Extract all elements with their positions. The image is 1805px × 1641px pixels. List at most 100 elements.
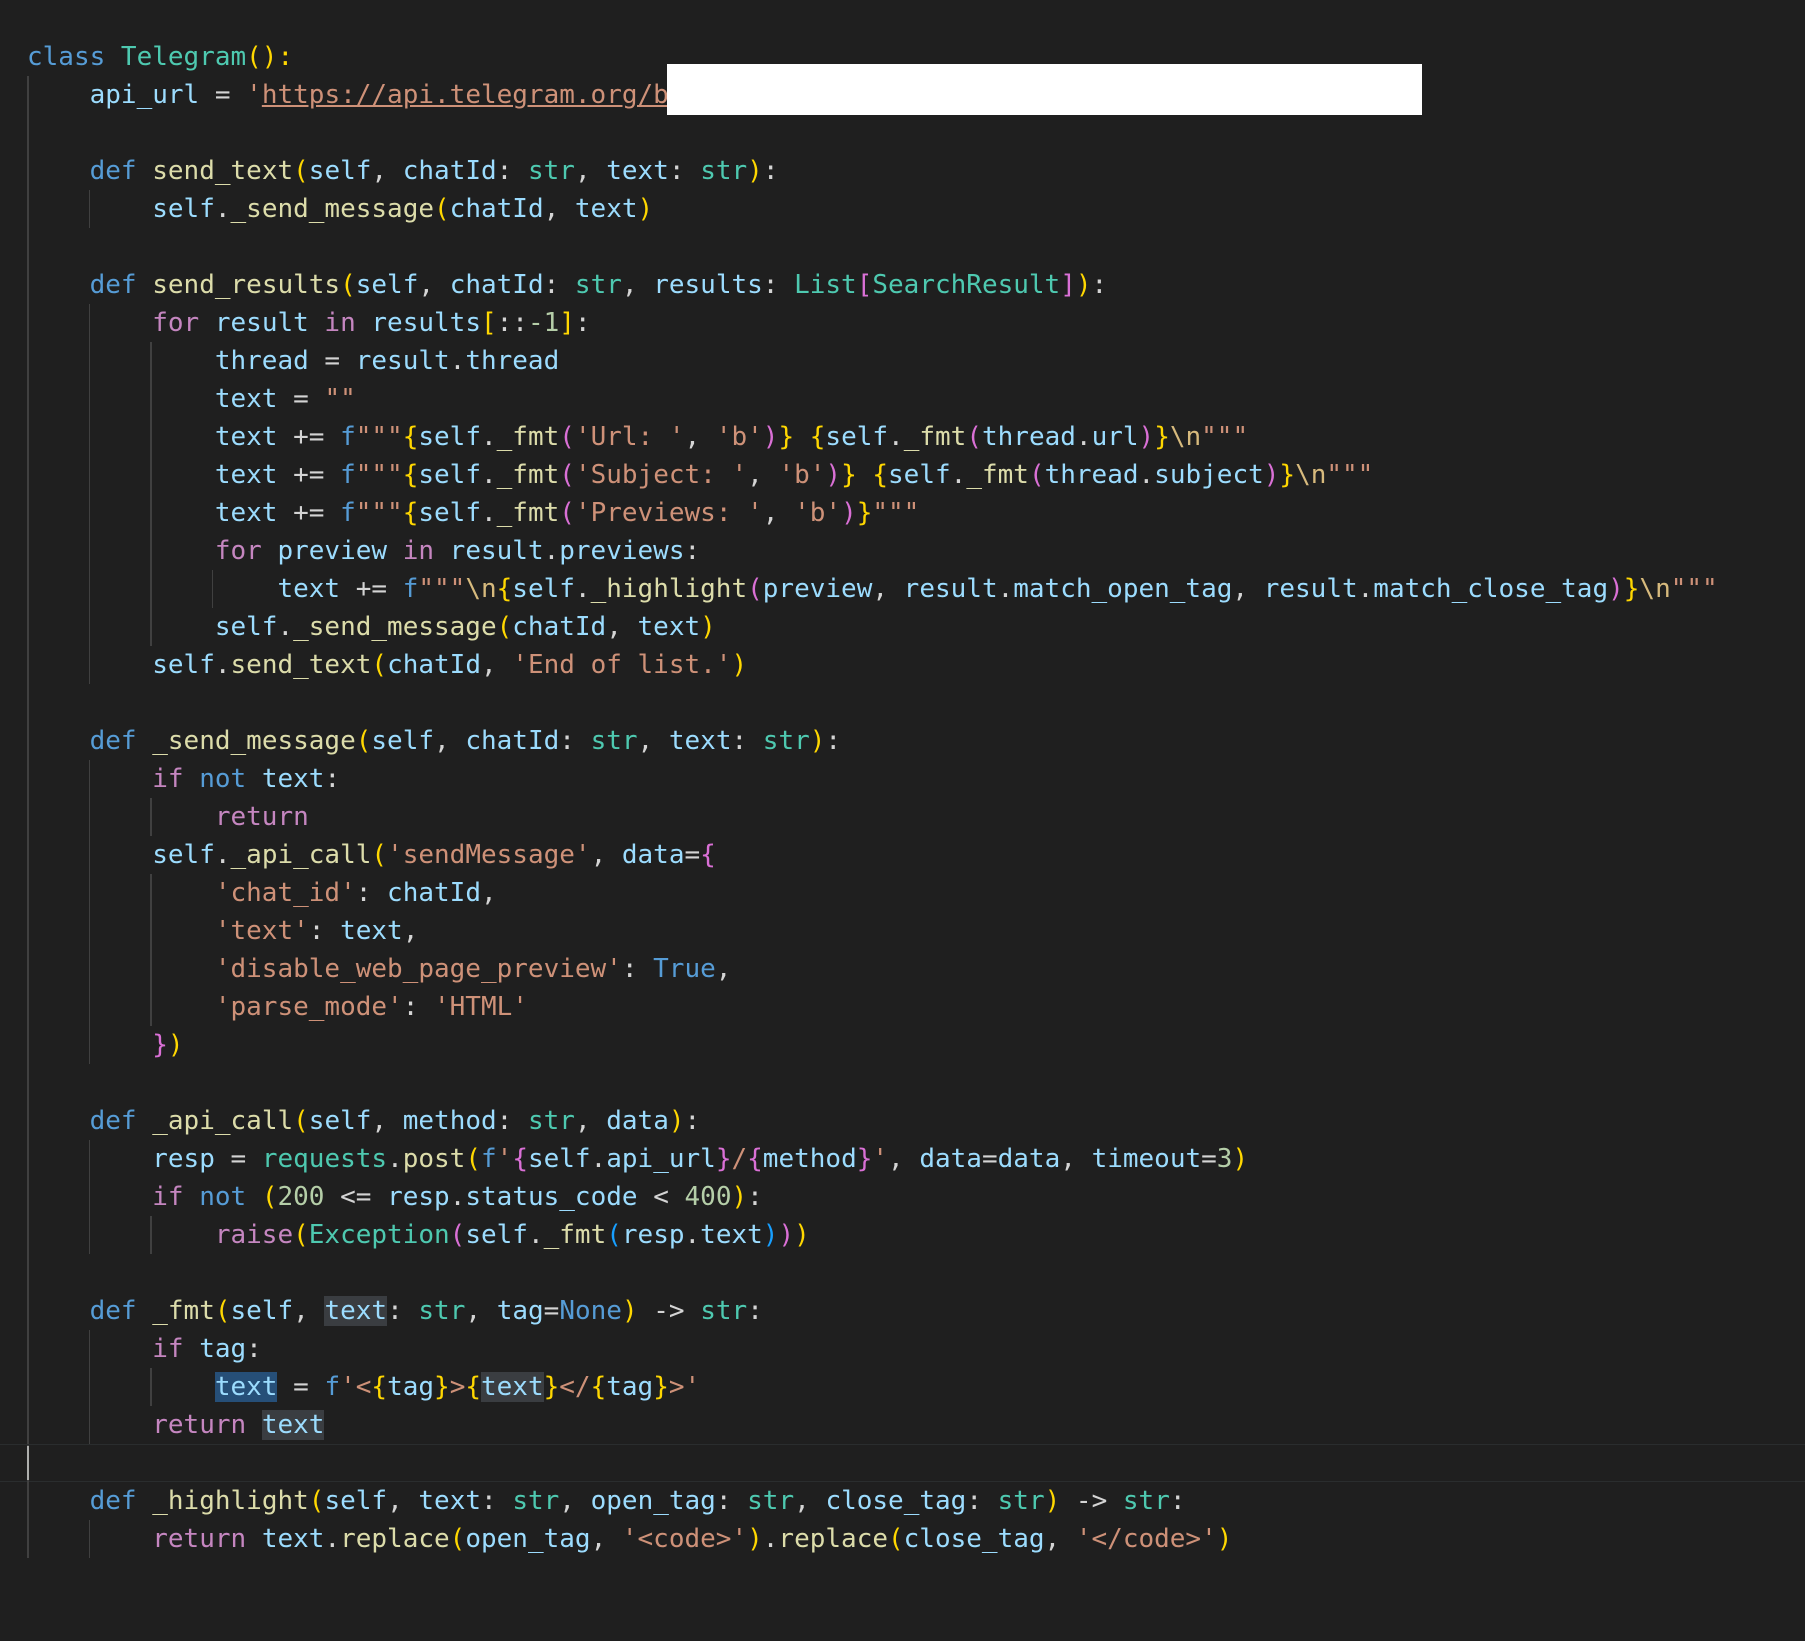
code-token: SearchResult	[872, 270, 1061, 300]
code-line[interactable]: self._send_message(chatId, text)	[0, 608, 1805, 646]
code-line[interactable]: if not text:	[0, 760, 1805, 798]
code-token: 400	[684, 1182, 732, 1212]
code-token: """	[355, 460, 403, 490]
code-token: send_results	[152, 270, 341, 300]
code-line[interactable]: def _send_message(self, chatId: str, tex…	[0, 722, 1805, 760]
code-line[interactable]	[0, 1064, 1805, 1102]
code-token: :	[481, 1486, 513, 1516]
code-line[interactable]: def send_text(self, chatId: str, text: s…	[0, 152, 1805, 190]
code-token: match_open_tag	[1013, 574, 1233, 604]
code-line[interactable]: def _api_call(self, method: str, data):	[0, 1102, 1805, 1140]
code-line[interactable]: def send_results(self, chatId: str, resu…	[0, 266, 1805, 304]
code-token: str	[1122, 1486, 1170, 1516]
code-token: chatId	[512, 612, 607, 642]
code-line[interactable]: return text	[0, 1406, 1805, 1444]
code-token: ,	[465, 1296, 497, 1326]
code-line[interactable]: text += f"""\n{self._highlight(preview, …	[0, 570, 1805, 608]
code-token: [	[480, 308, 497, 338]
code-line[interactable]: resp = requests.post(f'{self.api_url}/{m…	[0, 1140, 1805, 1178]
code-line[interactable]: self._api_call('sendMessage', data={	[0, 836, 1805, 874]
code-line[interactable]: text = ""	[0, 380, 1805, 418]
code-token: resp	[152, 1144, 215, 1174]
code-token: 'HTML'	[434, 992, 528, 1022]
code-text: resp = requests.post(f'{self.api_url}/{m…	[27, 1140, 1248, 1178]
code-line[interactable]: text = f'<{tag}>{text}</{tag}>'	[0, 1368, 1805, 1406]
code-token: }	[152, 1030, 168, 1060]
code-line[interactable]: 'disable_web_page_preview': True,	[0, 950, 1805, 988]
code-line[interactable]	[0, 1254, 1805, 1292]
code-token: _fmt	[496, 460, 560, 490]
code-line[interactable]: })	[0, 1026, 1805, 1064]
code-line[interactable]: return text.replace(open_tag, '<code>').…	[0, 1520, 1805, 1558]
code-line[interactable]: def _highlight(self, text: str, open_tag…	[0, 1482, 1805, 1520]
code-token: )	[841, 498, 857, 528]
code-line[interactable]	[0, 684, 1805, 722]
code-token: text	[277, 574, 341, 604]
code-token: (	[293, 156, 309, 186]
code-token: .	[214, 194, 231, 224]
code-line[interactable]: 'parse_mode': 'HTML'	[0, 988, 1805, 1026]
code-token: self	[371, 726, 435, 756]
code-line[interactable]: return	[0, 798, 1805, 836]
code-line[interactable]: def _fmt(self, text: str, tag=None) -> s…	[0, 1292, 1805, 1330]
code-line[interactable]: 'chat_id': chatId,	[0, 874, 1805, 912]
code-text: def _highlight(self, text: str, open_tag…	[27, 1482, 1186, 1520]
code-line[interactable]: text += f"""{self._fmt('Subject: ', 'b')…	[0, 456, 1805, 494]
code-token: </	[559, 1372, 591, 1402]
code-token: =	[308, 346, 356, 376]
code-token: .	[387, 1144, 403, 1174]
code-text: })	[27, 1026, 183, 1064]
code-token: =	[214, 1144, 262, 1174]
code-line[interactable]: 'text': text,	[0, 912, 1805, 950]
code-token: ,	[559, 1486, 591, 1516]
code-line[interactable]: raise(Exception(self._fmt(resp.text)))	[0, 1216, 1805, 1254]
code-token: )	[825, 460, 842, 490]
code-line[interactable]: for preview in result.previews:	[0, 532, 1805, 570]
code-token: str	[747, 1486, 795, 1516]
code-line[interactable]: for result in results[::-1]:	[0, 304, 1805, 342]
code-editor[interactable]: class Telegram(): api_url = 'https://api…	[0, 0, 1805, 1641]
code-token: str	[418, 1296, 466, 1326]
code-line[interactable]: text += f"""{self._fmt('Previews: ', 'b'…	[0, 494, 1805, 532]
code-token: tag	[199, 1334, 247, 1364]
code-token: _send_message	[230, 194, 435, 224]
code-line[interactable]	[0, 1444, 1805, 1483]
code-token: result	[355, 346, 450, 376]
code-line[interactable]: self._send_message(chatId, text)	[0, 190, 1805, 228]
code-token: replace	[340, 1524, 450, 1554]
code-line[interactable]	[0, 228, 1805, 266]
code-text: 'disable_web_page_preview': True,	[27, 950, 732, 988]
code-token: :	[825, 726, 842, 756]
code-token: 'End of list.'	[512, 650, 732, 680]
code-token: .	[527, 1220, 544, 1250]
code-token: ,	[387, 1486, 419, 1516]
code-text: def _send_message(self, chatId: str, tex…	[27, 722, 841, 760]
code-token: {	[872, 460, 889, 490]
code-token: 'Previews: '	[574, 498, 763, 528]
code-text: if tag:	[27, 1330, 262, 1368]
code-token: resp	[621, 1220, 685, 1250]
code-line[interactable]	[0, 114, 1805, 152]
code-line[interactable]: thread = result.thread	[0, 342, 1805, 380]
code-token: text	[418, 1486, 482, 1516]
code-token: ,	[762, 498, 795, 528]
code-token: )	[809, 726, 826, 756]
code-line[interactable]: if tag:	[0, 1330, 1805, 1368]
code-token: }	[715, 1144, 732, 1174]
code-line[interactable]: text += f"""{self._fmt('Url: ', 'b')} {s…	[0, 418, 1805, 456]
code-token: .	[1357, 574, 1374, 604]
code-token: results	[653, 270, 763, 300]
code-line[interactable]: if not (200 <= resp.status_code < 400):	[0, 1178, 1805, 1216]
code-token: List	[794, 270, 857, 300]
code-line[interactable]: self.send_text(chatId, 'End of list.')	[0, 646, 1805, 684]
code-token: not	[199, 1182, 262, 1212]
code-token: .	[1138, 460, 1155, 490]
code-token: \n	[465, 574, 497, 604]
